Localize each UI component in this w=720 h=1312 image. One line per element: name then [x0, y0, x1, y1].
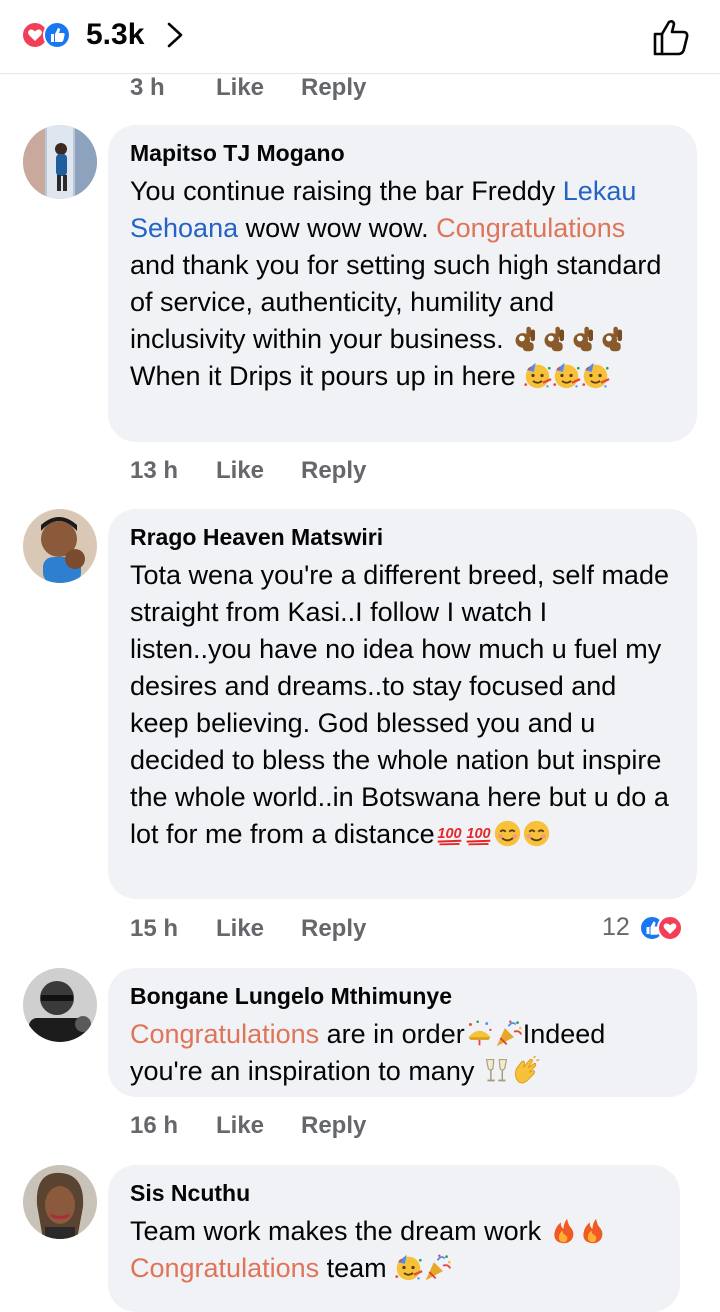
comment-time[interactable]: 3 h [130, 74, 165, 102]
comment-author[interactable]: Rrago Heaven Matswiri [130, 523, 675, 551]
reply-link[interactable]: Reply [301, 915, 366, 943]
congratulations-link[interactable]: Congratulations [436, 213, 625, 243]
like-link[interactable]: Like [216, 1112, 264, 1140]
avatar-photo [23, 1165, 97, 1239]
ok-hand-emoji [540, 324, 569, 353]
comment-time[interactable]: 13 h [130, 457, 178, 485]
party-popper-emoji [494, 1019, 523, 1048]
love-icon [657, 915, 683, 941]
clapping-hands-emoji [511, 1056, 540, 1085]
reply-link[interactable]: Reply [301, 457, 366, 485]
reply-link[interactable]: Reply [301, 74, 366, 102]
like-link[interactable]: Like [216, 74, 264, 102]
reaction-count[interactable]: 5.3k [86, 18, 144, 52]
avatar-photo [23, 968, 97, 1042]
avatar[interactable] [23, 968, 97, 1042]
comment-reaction-icons [639, 915, 683, 941]
partying-face-emoji [523, 361, 552, 390]
ok-hand-emoji [511, 324, 540, 353]
fire-emoji [578, 1216, 607, 1245]
avatar[interactable] [23, 125, 97, 199]
like-link[interactable]: Like [216, 915, 264, 943]
comment-time[interactable]: 16 h [130, 1112, 178, 1140]
like-link[interactable]: Like [216, 457, 264, 485]
comment-text: Tota wena you're a different breed, self… [130, 560, 669, 849]
avatar-photo [23, 509, 97, 583]
confetti-ball-emoji [465, 1019, 494, 1048]
congratulations-link[interactable]: Congratulations [130, 1253, 319, 1283]
avatar[interactable] [23, 1165, 97, 1239]
congratulations-link[interactable]: Congratulations [130, 1019, 319, 1049]
partying-face-emoji [581, 361, 610, 390]
reactions-icons[interactable] [20, 20, 80, 50]
comment-text: Team work makes the dream work Congratul… [130, 1213, 658, 1287]
comment-reaction-count: 12 [602, 913, 630, 941]
comment-bubble[interactable]: Mapitso TJ Mogano You continue raising t… [108, 125, 697, 442]
fire-emoji [549, 1216, 578, 1245]
clinking-glasses-emoji [482, 1056, 511, 1085]
relieved-face-emoji [522, 819, 551, 848]
comment-bubble[interactable]: Sis Ncuthu Team work makes the dream wor… [108, 1165, 680, 1312]
comment-time[interactable]: 15 h [130, 915, 178, 943]
comment-author[interactable]: Mapitso TJ Mogano [130, 139, 675, 167]
comment-text: Congratulations are in order Indeed you'r… [130, 1019, 606, 1086]
reply-link[interactable]: Reply [301, 1112, 366, 1140]
thumbs-up-outline-icon[interactable] [650, 15, 694, 59]
comment-bubble[interactable]: Rrago Heaven Matswiri Tota wena you're a… [108, 509, 697, 899]
like-icon [43, 21, 71, 49]
avatar[interactable] [23, 509, 97, 583]
hundred-points-emoji [464, 819, 493, 848]
comment-author[interactable]: Sis Ncuthu [130, 1179, 658, 1207]
relieved-face-emoji [493, 819, 522, 848]
chevron-right-icon[interactable] [164, 20, 186, 50]
comment-bubble[interactable]: Bongane Lungelo Mthimunye Congratulation… [108, 968, 697, 1097]
ok-hand-emoji [569, 324, 598, 353]
avatar-photo [23, 125, 97, 199]
comment-text: You continue raising the bar Freddy Leka… [130, 176, 662, 391]
partying-face-emoji [394, 1253, 423, 1282]
partying-face-emoji [552, 361, 581, 390]
ok-hand-emoji [598, 324, 627, 353]
party-popper-emoji [423, 1253, 452, 1282]
reactions-header: 5.3k [0, 0, 720, 74]
comment-author[interactable]: Bongane Lungelo Mthimunye [130, 982, 675, 1010]
hundred-points-emoji [435, 819, 464, 848]
